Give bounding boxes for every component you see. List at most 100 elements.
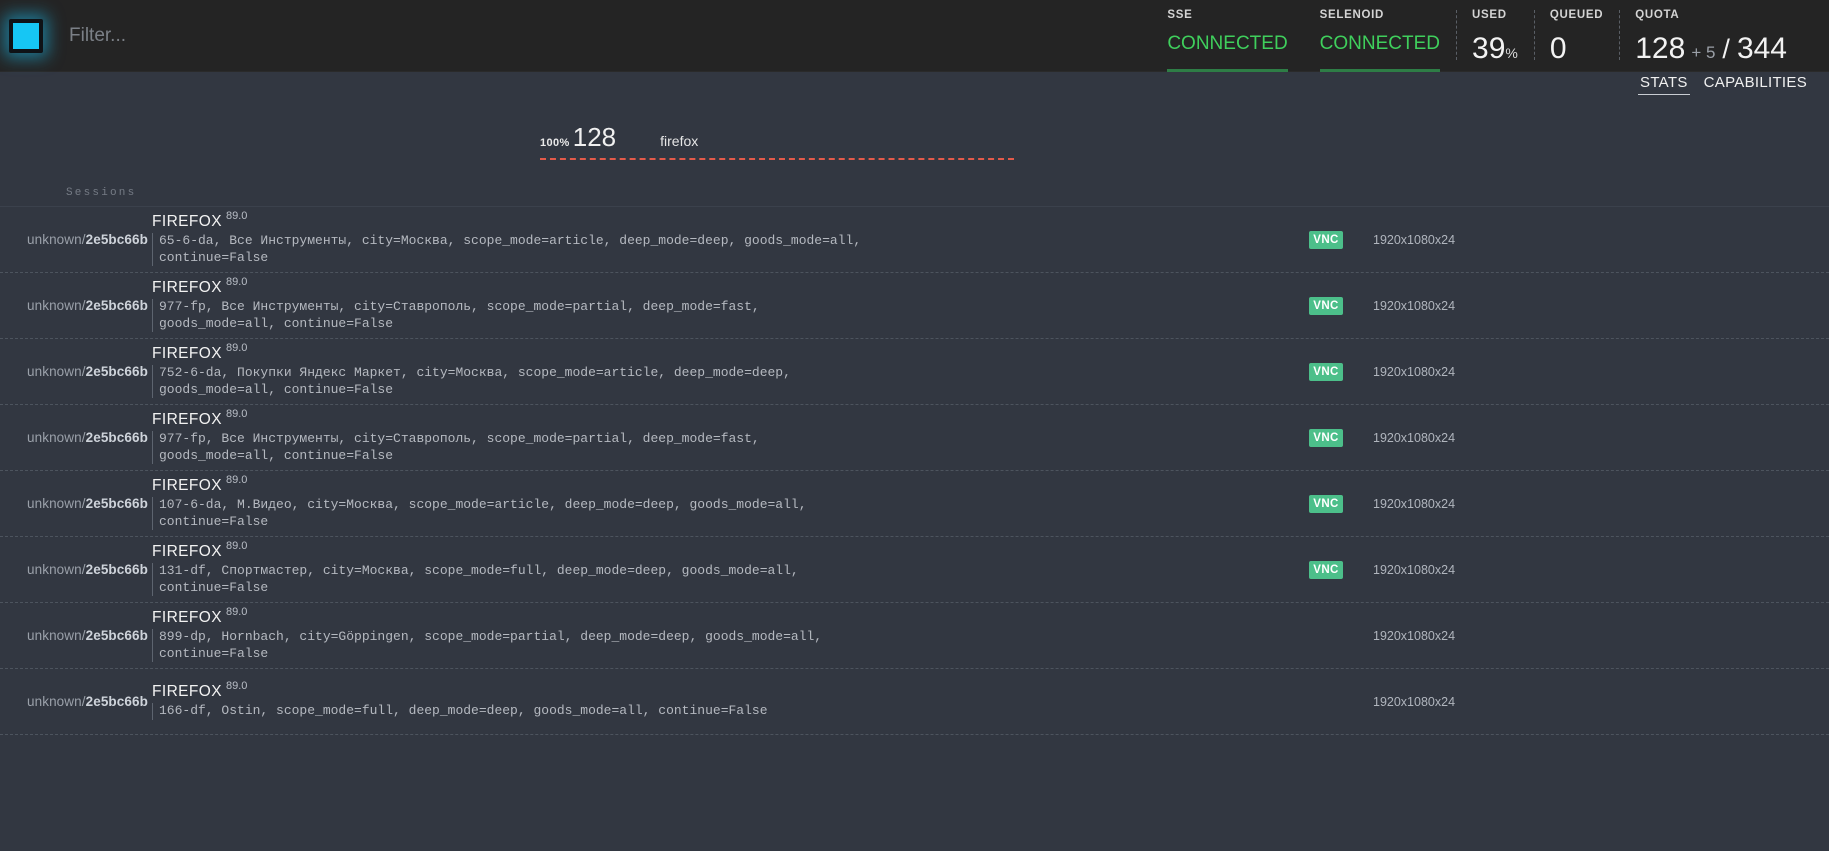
table-row[interactable]: unknown/2e5bc66b FIREFOX 89.0 131-df, Сп… [0, 537, 1829, 603]
session-capabilities: 899-dp, Hornbach, city=Göppingen, scope_… [152, 629, 868, 662]
session-meta: VNC 1920x1080x24 [1309, 494, 1829, 513]
table-row[interactable]: unknown/2e5bc66b FIREFOX 89.0 166-df, Os… [0, 669, 1829, 735]
square-logo-icon [9, 19, 43, 53]
table-row[interactable]: unknown/2e5bc66b FIREFOX 89.0 899-dp, Ho… [0, 603, 1829, 669]
session-browser-version: 89.0 [225, 276, 248, 288]
browser-quota-chart: 100% 128 firefox [0, 100, 1829, 164]
session-browser-name: FIREFOX [152, 543, 222, 560]
stat-queued-label: QUEUED [1549, 9, 1604, 21]
sessions-list: unknown/2e5bc66b FIREFOX 89.0 65-6-da, В… [0, 207, 1829, 735]
session-owner-id: unknown/2e5bc66b [0, 430, 152, 445]
session-owner: unknown [27, 496, 82, 511]
session-browser: FIREFOX 89.0 [152, 408, 1299, 429]
session-meta: VNC 1920x1080x24 [1309, 428, 1829, 447]
session-details: FIREFOX 89.0 752-6-da, Покупки Яндекс Ма… [152, 342, 1309, 398]
stat-queued-number: 0 [1549, 32, 1567, 65]
sessions-title: Sessions [66, 187, 137, 199]
session-meta: 1920x1080x24 [1309, 629, 1829, 643]
table-row[interactable]: unknown/2e5bc66b FIREFOX 89.0 977-fp, Вс… [0, 405, 1829, 471]
session-meta: 1920x1080x24 [1309, 695, 1829, 709]
vnc-badge[interactable]: VNC [1309, 362, 1343, 381]
search-input[interactable] [67, 24, 1152, 48]
session-browser-version: 89.0 [225, 680, 248, 693]
session-resolution: 1920x1080x24 [1373, 694, 1456, 709]
stat-selenoid-underline [1319, 69, 1441, 72]
session-browser: FIREFOX 89.0 [152, 342, 1299, 363]
stat-used-label: USED [1472, 9, 1507, 21]
session-browser: FIREFOX 89.0 [152, 210, 1299, 231]
session-browser-version: 89.0 [225, 540, 248, 552]
session-id: 2e5bc66b [85, 562, 148, 577]
session-meta: VNC 1920x1080x24 [1309, 362, 1829, 381]
stat-quota-value: 128 + 5 / 344 [1635, 34, 1787, 64]
quota-row-percent: 100% [540, 137, 570, 149]
session-owner-id: unknown/2e5bc66b [0, 628, 152, 643]
session-owner-id: unknown/2e5bc66b [0, 298, 152, 313]
quota-row-browser-name: firefox [660, 133, 699, 149]
session-capabilities: 131-df, Спортмастер, city=Москва, scope_… [152, 563, 868, 596]
session-id: 2e5bc66b [85, 694, 148, 709]
table-row[interactable]: unknown/2e5bc66b FIREFOX 89.0 977-fp, Вс… [0, 273, 1829, 339]
session-owner: unknown [27, 232, 82, 247]
quota-row-bar [540, 158, 1014, 160]
session-owner-id: unknown/2e5bc66b [0, 562, 152, 577]
session-browser: FIREFOX 89.0 [152, 606, 1299, 627]
session-browser-name: FIREFOX [152, 609, 222, 626]
session-id: 2e5bc66b [85, 232, 148, 247]
session-capabilities: 752-6-da, Покупки Яндекс Маркет, city=Мо… [152, 365, 868, 398]
stat-selenoid-value: CONNECTED [1319, 33, 1441, 54]
session-id: 2e5bc66b [85, 496, 148, 511]
session-details: FIREFOX 89.0 131-df, Спортмастер, city=М… [152, 540, 1309, 596]
vnc-badge[interactable]: VNC [1309, 428, 1343, 447]
quota-row-count: 128 [572, 122, 617, 152]
quota-chart-row: 100% 128 firefox [0, 122, 1829, 160]
tab-stats[interactable]: STATS [1638, 72, 1690, 95]
stat-sse: SSE CONNECTED [1151, 0, 1303, 72]
session-owner-id: unknown/2e5bc66b [0, 364, 152, 379]
session-browser-version: 89.0 [225, 210, 248, 222]
view-tabbar: STATS CAPABILITIES [0, 72, 1829, 100]
vnc-badge[interactable]: VNC [1309, 560, 1343, 579]
session-owner: unknown [27, 562, 82, 577]
filter-field-wrapper[interactable] [52, 0, 1152, 72]
session-browser-name: FIREFOX [152, 477, 222, 494]
vnc-badge[interactable]: VNC [1309, 494, 1343, 513]
session-owner-id: unknown/2e5bc66b [0, 496, 152, 511]
stat-quota-used: 128 [1635, 32, 1686, 65]
session-details: FIREFOX 89.0 899-dp, Hornbach, city=Göpp… [152, 606, 1309, 662]
session-capabilities: 107-6-da, М.Видео, city=Москва, scope_mo… [152, 497, 868, 530]
session-resolution: 1920x1080x24 [1373, 298, 1456, 313]
stat-queued-value: 0 [1550, 34, 1567, 64]
session-capabilities: 65-6-da, Все Инструменты, city=Москва, s… [152, 233, 868, 266]
table-row[interactable]: unknown/2e5bc66b FIREFOX 89.0 65-6-da, В… [0, 207, 1829, 273]
session-details: FIREFOX 89.0 977-fp, Все Инструменты, ci… [152, 276, 1309, 332]
stat-used-unit: % [1505, 45, 1518, 61]
session-resolution: 1920x1080x24 [1373, 430, 1456, 445]
session-owner: unknown [27, 694, 82, 709]
session-capabilities: 166-df, Ostin, scope_mode=full, deep_mod… [152, 703, 868, 720]
stat-quota-separator: / [1722, 34, 1730, 64]
session-owner: unknown [27, 430, 82, 445]
brand-logo-button[interactable] [0, 0, 52, 72]
table-row[interactable]: unknown/2e5bc66b FIREFOX 89.0 752-6-da, … [0, 339, 1829, 405]
session-details: FIREFOX 89.0 65-6-da, Все Инструменты, c… [152, 210, 1309, 266]
session-resolution: 1920x1080x24 [1373, 628, 1456, 643]
vnc-badge[interactable]: VNC [1309, 230, 1343, 249]
session-browser: FIREFOX 89.0 [152, 680, 1299, 701]
session-owner-id: unknown/2e5bc66b [0, 232, 152, 247]
stat-quota-label: QUOTA [1635, 9, 1680, 21]
stat-selenoid-label: SELENOID [1319, 9, 1385, 21]
session-id: 2e5bc66b [85, 628, 148, 643]
session-owner: unknown [27, 364, 82, 379]
tab-capabilities[interactable]: CAPABILITIES [1702, 72, 1809, 95]
session-browser-version: 89.0 [225, 606, 248, 618]
stat-quota: QUOTA 128 + 5 / 344 [1619, 0, 1803, 72]
stat-queued: QUEUED 0 [1533, 0, 1619, 72]
session-browser-name: FIREFOX [152, 683, 222, 701]
vnc-badge[interactable]: VNC [1309, 296, 1343, 315]
stat-quota-total: 344 [1736, 32, 1787, 65]
session-meta: VNC 1920x1080x24 [1309, 296, 1829, 315]
table-row[interactable]: unknown/2e5bc66b FIREFOX 89.0 107-6-da, … [0, 471, 1829, 537]
stat-selenoid: SELENOID CONNECTED [1304, 0, 1456, 72]
session-browser-name: FIREFOX [152, 279, 222, 296]
